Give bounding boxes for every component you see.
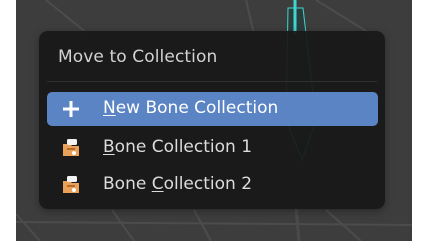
move-to-collection-menu: Move to Collection New Bone Collection B… (39, 31, 385, 209)
plus-icon (63, 101, 79, 117)
menu-item-label: Bone Collection 2 (103, 174, 253, 194)
menu-item-new-bone-collection[interactable]: New Bone Collection (47, 92, 378, 126)
bone-collection-icon (63, 176, 79, 193)
menu-item-bone-collection-2[interactable]: Bone Collection 2 (47, 168, 378, 202)
menu-item-label: New Bone Collection (103, 98, 279, 118)
menu-item-label: Bone Collection 1 (103, 137, 253, 157)
menu-item-bone-collection-1[interactable]: Bone Collection 1 (47, 131, 378, 165)
bone-collection-icon (63, 139, 79, 156)
menu-separator (47, 81, 377, 82)
menu-title: Move to Collection (58, 47, 218, 67)
